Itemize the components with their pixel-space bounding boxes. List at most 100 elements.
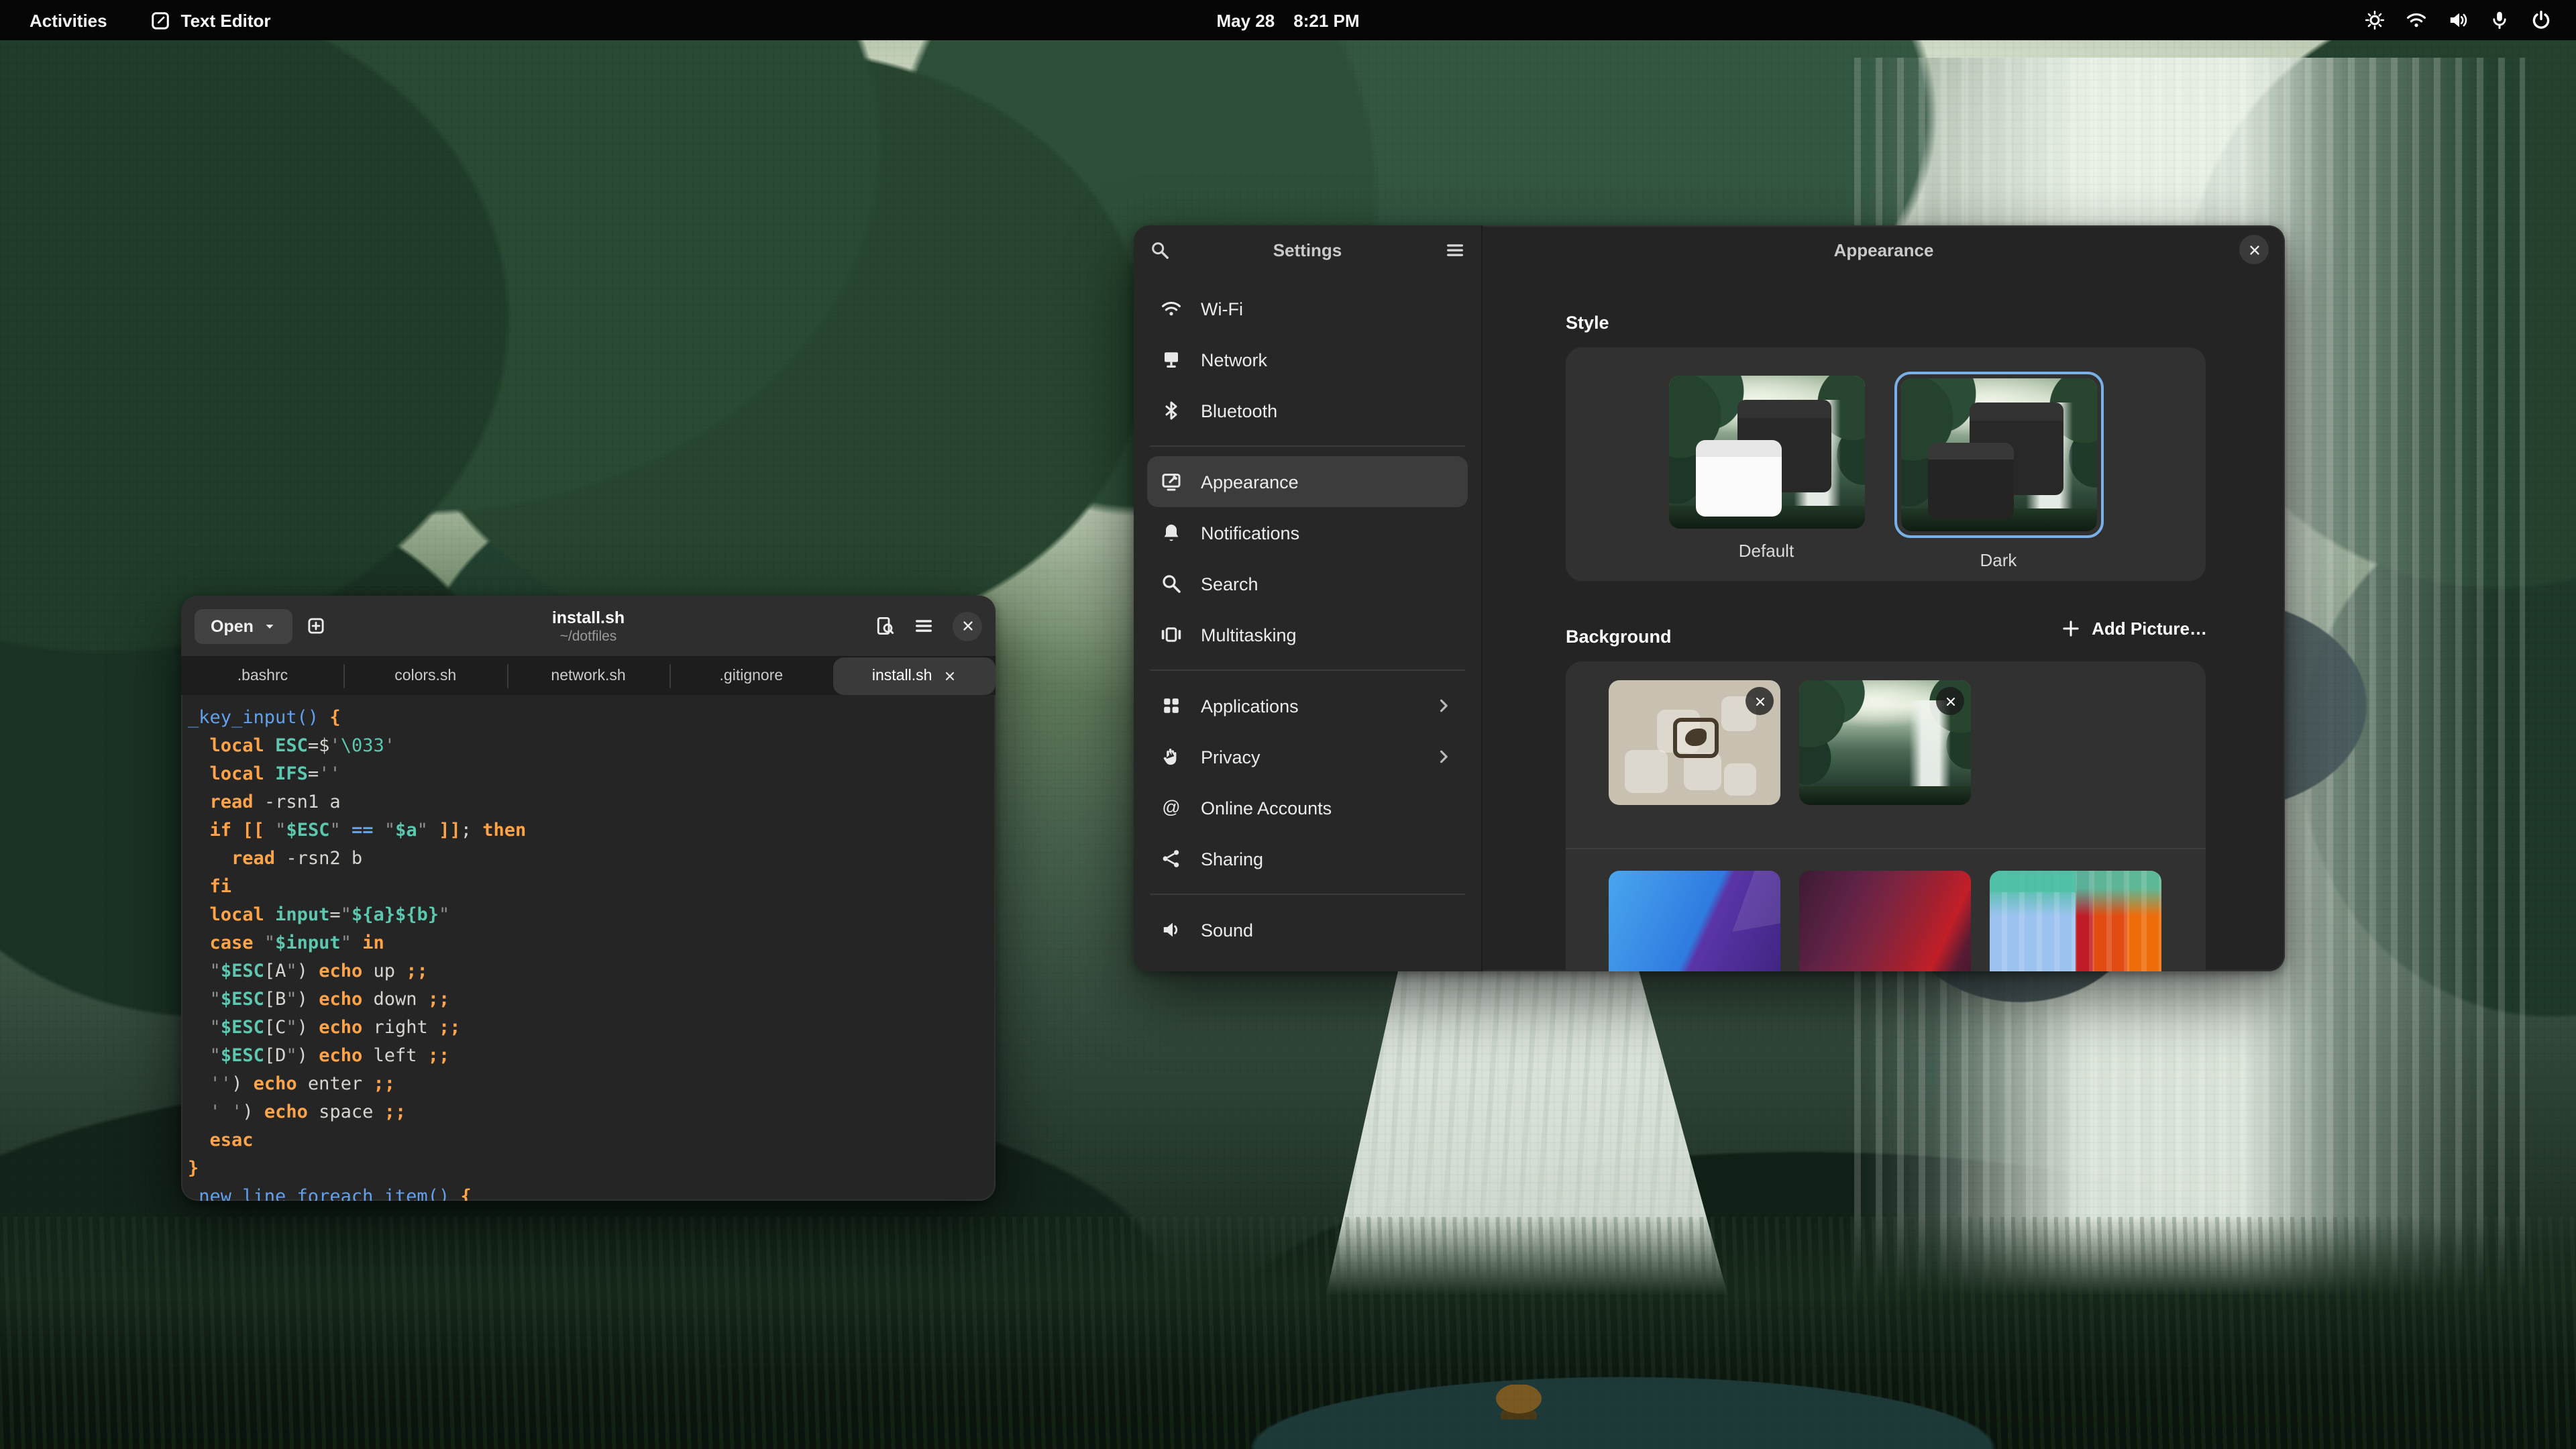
sidebar-headerbar: Settings [1134, 225, 1481, 275]
panel-headerbar: Appearance [1483, 225, 2285, 275]
code-line: local input="${a}${b}" [188, 902, 985, 930]
sidebar-divider [1150, 669, 1465, 671]
background-thumbnail-drip-split[interactable] [1990, 871, 2161, 971]
editor-close-button[interactable] [953, 611, 982, 641]
settings-window: Settings Wi-Fi Network Bluetooth Appearance… [1134, 225, 2285, 971]
code-line: fi [188, 873, 985, 902]
tab-label: install.sh [872, 668, 932, 684]
settings-close-button[interactable] [2239, 235, 2269, 264]
code-line: esac [188, 1127, 985, 1155]
appearance-content: Style DefaultDark Background Add Picture… [1483, 275, 2285, 971]
settings-menu-button[interactable] [1445, 240, 1465, 260]
sidebar-item-label: Wi-Fi [1201, 299, 1243, 319]
style-option-default[interactable]: Default [1668, 372, 1864, 561]
tab-label: .gitignore [720, 668, 784, 684]
power-battery-icon [1161, 970, 1182, 971]
editor-tab-network-sh[interactable]: network.sh [507, 657, 670, 695]
code-line: _key_input() { [188, 704, 985, 733]
code-line: "$ESC[B") echo down ;; [188, 986, 985, 1014]
editor-tab-colors-sh[interactable]: colors.sh [344, 657, 507, 695]
sidebar-item-multitasking[interactable]: Multitasking [1147, 609, 1468, 660]
sidebar-item-network[interactable]: Network [1147, 334, 1468, 385]
editor-tab-install-sh[interactable]: install.sh [833, 657, 996, 695]
dropdown-arrow-icon [263, 619, 276, 633]
sidebar-item-sharing[interactable]: Sharing [1147, 833, 1468, 884]
tab-close-button[interactable] [943, 669, 956, 683]
sidebar-item-label: Network [1201, 350, 1267, 370]
wifi-icon [2406, 9, 2427, 31]
sidebar-item-online-accounts[interactable]: @Online Accounts [1147, 782, 1468, 833]
sidebar-item-label: Applications [1201, 696, 1299, 716]
sidebar-item-power[interactable]: Power [1147, 955, 1468, 971]
document-preview-button[interactable] [875, 616, 895, 636]
code-editor-area[interactable]: _key_input() { local ESC=$'\033' local I… [181, 695, 996, 1201]
editor-tab-bashrc[interactable]: .bashrc [181, 657, 344, 695]
code-line: case "$input" in [188, 930, 985, 958]
top-bar: Activities Text Editor May 28 8:21 PM [0, 0, 2576, 40]
plus-icon [2061, 619, 2081, 639]
sidebar-item-label: Sound [1201, 920, 1253, 940]
code-line: ' ') echo space ;; [188, 1099, 985, 1127]
focused-app-name: Text Editor [181, 10, 271, 30]
notifications-icon [1161, 522, 1182, 543]
code-line: '') echo enter ;; [188, 1071, 985, 1099]
sidebar-item-label: Online Accounts [1201, 798, 1332, 818]
open-button[interactable]: Open [195, 608, 292, 643]
remove-wallpaper-button[interactable] [1936, 687, 1964, 715]
sidebar-item-privacy[interactable]: Privacy [1147, 731, 1468, 782]
volume-icon [2447, 9, 2469, 31]
editor-tab-bar: .bashrc colors.shnetwork.sh .gitignore inst… [181, 657, 996, 695]
add-picture-label: Add Picture… [2092, 619, 2207, 639]
background-thumbnail-ghost-tiles[interactable] [1609, 680, 1780, 805]
brightness-icon [2364, 9, 2385, 31]
microphone-icon [2489, 9, 2510, 31]
privacy-icon [1161, 746, 1182, 767]
sidebar-item-appearance[interactable]: Appearance [1147, 456, 1468, 507]
code-line: _new_line_foreach_item() { [188, 1183, 985, 1201]
code-line: "$ESC[D") echo left ;; [188, 1042, 985, 1071]
tab-label: .bashrc [237, 668, 288, 684]
system-status-area[interactable] [2364, 9, 2576, 31]
style-option-dark[interactable]: Dark [1894, 372, 2103, 570]
clock-date: May 28 [1216, 10, 1275, 30]
background-thumbnail-forest-falls[interactable] [1799, 680, 1971, 805]
code-line: "$ESC[C") echo right ;; [188, 1014, 985, 1042]
sidebar-item-label: Notifications [1201, 523, 1299, 543]
settings-sidebar: Settings Wi-Fi Network Bluetooth Appearance… [1134, 225, 1483, 971]
editor-menu-button[interactable] [914, 616, 934, 636]
sidebar-item-label: Privacy [1201, 747, 1260, 767]
sidebar-item-label: Bluetooth [1201, 400, 1277, 421]
focused-app-indicator[interactable]: Text Editor [150, 10, 271, 30]
document-title-block: install.sh ~/dotfiles [552, 608, 625, 644]
wifi-icon [1161, 298, 1182, 319]
power-icon [2530, 9, 2552, 31]
search-button[interactable] [1150, 240, 1170, 260]
code-line: } [188, 1155, 985, 1183]
style-preview-light [1668, 376, 1864, 529]
search-icon [1161, 573, 1182, 594]
editor-tab-gitignore[interactable]: .gitignore [669, 657, 833, 695]
sidebar-item-applications[interactable]: Applications [1147, 680, 1468, 731]
sidebar-item-sound[interactable]: Sound [1147, 904, 1468, 955]
text-editor-icon [150, 10, 170, 30]
background-thumbnail-maroon-waves[interactable] [1799, 871, 1971, 971]
sidebar-item-wi-fi[interactable]: Wi-Fi [1147, 283, 1468, 334]
top-bar-left: Activities Text Editor [0, 7, 2364, 33]
text-editor-window: Open install.sh ~/dotfiles .bashrc colors… [181, 596, 996, 1201]
desktop: Activities Text Editor May 28 8:21 PM Op… [0, 0, 2576, 1449]
sidebar-item-bluetooth[interactable]: Bluetooth [1147, 385, 1468, 436]
new-tab-button[interactable] [306, 616, 326, 636]
background-thumbnail-blue-purple-geometric[interactable] [1609, 871, 1780, 971]
sidebar-item-label: Search [1201, 574, 1258, 594]
code-line: "$ESC[A") echo up ;; [188, 958, 985, 986]
remove-wallpaper-button[interactable] [1746, 687, 1774, 715]
selected-ring [1894, 372, 2103, 538]
background-divider [1566, 848, 2206, 849]
sidebar-item-notifications[interactable]: Notifications [1147, 507, 1468, 558]
activities-button[interactable]: Activities [21, 7, 115, 33]
sidebar-item-search[interactable]: Search [1147, 558, 1468, 609]
add-picture-button[interactable]: Add Picture… [2061, 619, 2207, 639]
code-line: local ESC=$'\033' [188, 733, 985, 761]
clock-button[interactable]: May 28 8:21 PM [1216, 10, 1359, 30]
settings-panel: Appearance Style DefaultDark Background … [1483, 225, 2285, 971]
